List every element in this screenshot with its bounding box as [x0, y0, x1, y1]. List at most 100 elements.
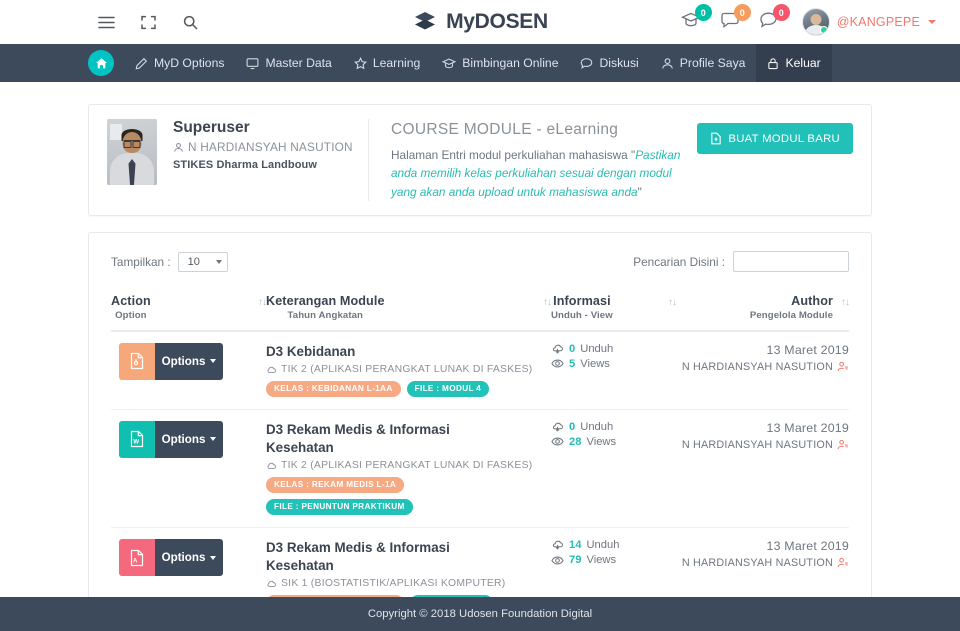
table-header-row: Action Option ↑↓ Keterangan Module Tahun… [111, 286, 849, 331]
profile-organization: STIKES Dharma Landbouw [173, 159, 353, 171]
sort-icon[interactable]: ↑↓ [841, 294, 849, 308]
tag-file: FILE : MODUL 4 [407, 381, 490, 397]
column-header-keterangan-module[interactable]: Keterangan Module Tahun Angkatan ↑↓ [266, 286, 551, 331]
cloud-icon [266, 578, 277, 589]
options-button[interactable]: Options [119, 343, 223, 380]
table-row: A Options D3 Rekam Medis & Informasi Kes… [111, 528, 849, 597]
options-label-wrap: Options [155, 421, 223, 458]
sort-icon[interactable]: ↑↓ [668, 294, 676, 308]
user-menu[interactable]: @KANGPEPE [802, 8, 936, 36]
tag-kelas: KELAS : REKAM MEDIS L-1A [266, 477, 404, 493]
views-label: Views [586, 554, 616, 566]
header-main: Author [791, 294, 833, 308]
nav-label: Learning [373, 56, 420, 70]
profile-course-card: Superuser N HARDIANSYAH NASUTION STIKES … [88, 104, 872, 216]
module-author: N HARDIANSYAH NASUTION [676, 557, 849, 569]
module-subject-label: SIK 1 (BIOSTATISTIK/APLIKASI KOMPUTER) [281, 578, 505, 589]
header-sub: Unduh - View [551, 310, 613, 321]
svg-text:W: W [133, 439, 139, 446]
chevron-down-icon [210, 556, 216, 560]
views-count: 28 [569, 436, 581, 448]
avatar [802, 8, 830, 36]
chevron-down-icon [928, 20, 936, 24]
download-label: Unduh [586, 539, 619, 551]
nav-label: Profile Saya [680, 56, 746, 70]
profile-role-label: N HARDIANSYAH NASUTION [188, 140, 353, 154]
cell-informasi: 0 Unduh 28 Views [551, 409, 676, 527]
comment-icon[interactable]: 0 [759, 11, 781, 33]
cell-module: D3 Rekam Medis & Informasi Kesehatan SIK… [266, 528, 551, 597]
nav-label: MyD Options [154, 56, 224, 70]
graduation-cap-icon[interactable]: 0 [681, 11, 703, 33]
notification-badge: 0 [734, 4, 751, 21]
chevron-down-icon [216, 260, 222, 264]
search-icon[interactable] [180, 12, 200, 32]
show-entries-select[interactable]: 10 [178, 252, 228, 272]
module-tags: KELAS : REKAM MEDIS L-1A FILE : PENUNTUN… [266, 477, 551, 515]
nav-item-master-data[interactable]: Master Data [235, 44, 342, 82]
course-desc-plain: Halaman Entri modul perkuliahan mahasisw… [391, 148, 635, 162]
nav-item-diskusi[interactable]: Diskusi [569, 44, 649, 82]
module-title: D3 Rekam Medis & Informasi Kesehatan [266, 539, 481, 575]
buat-modul-baru-button[interactable]: BUAT MODUL BARU [697, 123, 853, 154]
download-count: 0 [569, 343, 575, 355]
nav-item-keluar[interactable]: Keluar [756, 44, 831, 82]
sort-icon[interactable]: ↑↓ [543, 294, 551, 308]
main-navigation: MyD Options Master Data Learning Bimbing… [0, 44, 960, 82]
nav-item-bimbingan-online[interactable]: Bimbingan Online [431, 44, 569, 82]
file-pdf-icon: A [119, 539, 155, 576]
options-button[interactable]: A Options [119, 539, 223, 576]
download-info: 0 Unduh [551, 421, 676, 433]
chat-bubble-icon[interactable]: 0 [720, 11, 742, 33]
profile-section: Superuser N HARDIANSYAH NASUTION STIKES … [107, 119, 369, 201]
eye-icon [551, 555, 564, 566]
fullscreen-icon[interactable] [138, 12, 158, 32]
module-title: D3 Rekam Medis & Informasi Kesehatan [266, 421, 481, 457]
header-sub: Option [111, 310, 151, 321]
sort-icon[interactable]: ↑↓ [258, 294, 266, 308]
search-control: Pencarian Disini : [633, 251, 849, 272]
cell-action: W Options [111, 409, 266, 527]
views-info: 79 Views [551, 554, 676, 566]
cell-action: Options [111, 331, 266, 410]
cell-author: 13 Maret 2019 N HARDIANSYAH NASUTION [676, 409, 849, 527]
nav-item-learning[interactable]: Learning [343, 44, 431, 82]
column-header-author[interactable]: Author Pengelola Module ↑↓ [676, 286, 849, 331]
file-word-icon: W [119, 421, 155, 458]
download-icon [551, 421, 564, 433]
hamburger-icon[interactable] [96, 12, 116, 32]
top-bar-right: 0 0 0 @KANGPEPE [681, 8, 936, 36]
profile-role: N HARDIANSYAH NASUTION [173, 140, 353, 154]
views-info: 28 Views [551, 436, 676, 448]
chevron-down-icon [210, 437, 216, 441]
options-button[interactable]: W Options [119, 421, 223, 458]
user-edit-icon [837, 557, 849, 569]
cell-module: D3 Rekam Medis & Informasi Kesehatan TIK… [266, 409, 551, 527]
cell-author: 13 Maret 2019 N HARDIANSYAH NASUTION [676, 331, 849, 410]
options-label: Options [162, 355, 206, 368]
user-edit-icon [837, 361, 849, 373]
cloud-icon [266, 364, 277, 375]
views-info: 5 Views [551, 358, 676, 370]
home-icon[interactable] [88, 50, 114, 76]
profile-name: Superuser [173, 119, 353, 137]
show-entries-value: 10 [184, 256, 216, 268]
options-label-wrap: Options [155, 343, 223, 380]
column-header-informasi[interactable]: Informasi Unduh - View ↑↓ [551, 286, 676, 331]
header-main: Informasi [551, 294, 613, 308]
search-input[interactable] [733, 251, 849, 272]
module-date: 13 Maret 2019 [676, 421, 849, 435]
user-edit-icon [837, 439, 849, 451]
cloud-icon [266, 460, 277, 471]
options-label: Options [162, 551, 206, 564]
download-count: 14 [569, 539, 581, 551]
module-subject-label: TIK 2 (APLIKASI PERANGKAT LUNAK DI FASKE… [281, 460, 532, 471]
nav-item-profile-saya[interactable]: Profile Saya [650, 44, 757, 82]
tag-file: FILE : PENUNTUN PRAKTIKUM [266, 499, 413, 515]
user-icon [173, 142, 184, 153]
module-author-label: N HARDIANSYAH NASUTION [682, 557, 833, 569]
course-desc-end: " [638, 185, 642, 199]
main-content: Superuser N HARDIANSYAH NASUTION STIKES … [0, 82, 960, 597]
nav-item-myd-options[interactable]: MyD Options [124, 44, 235, 82]
column-header-action[interactable]: Action Option ↑↓ [111, 286, 266, 331]
